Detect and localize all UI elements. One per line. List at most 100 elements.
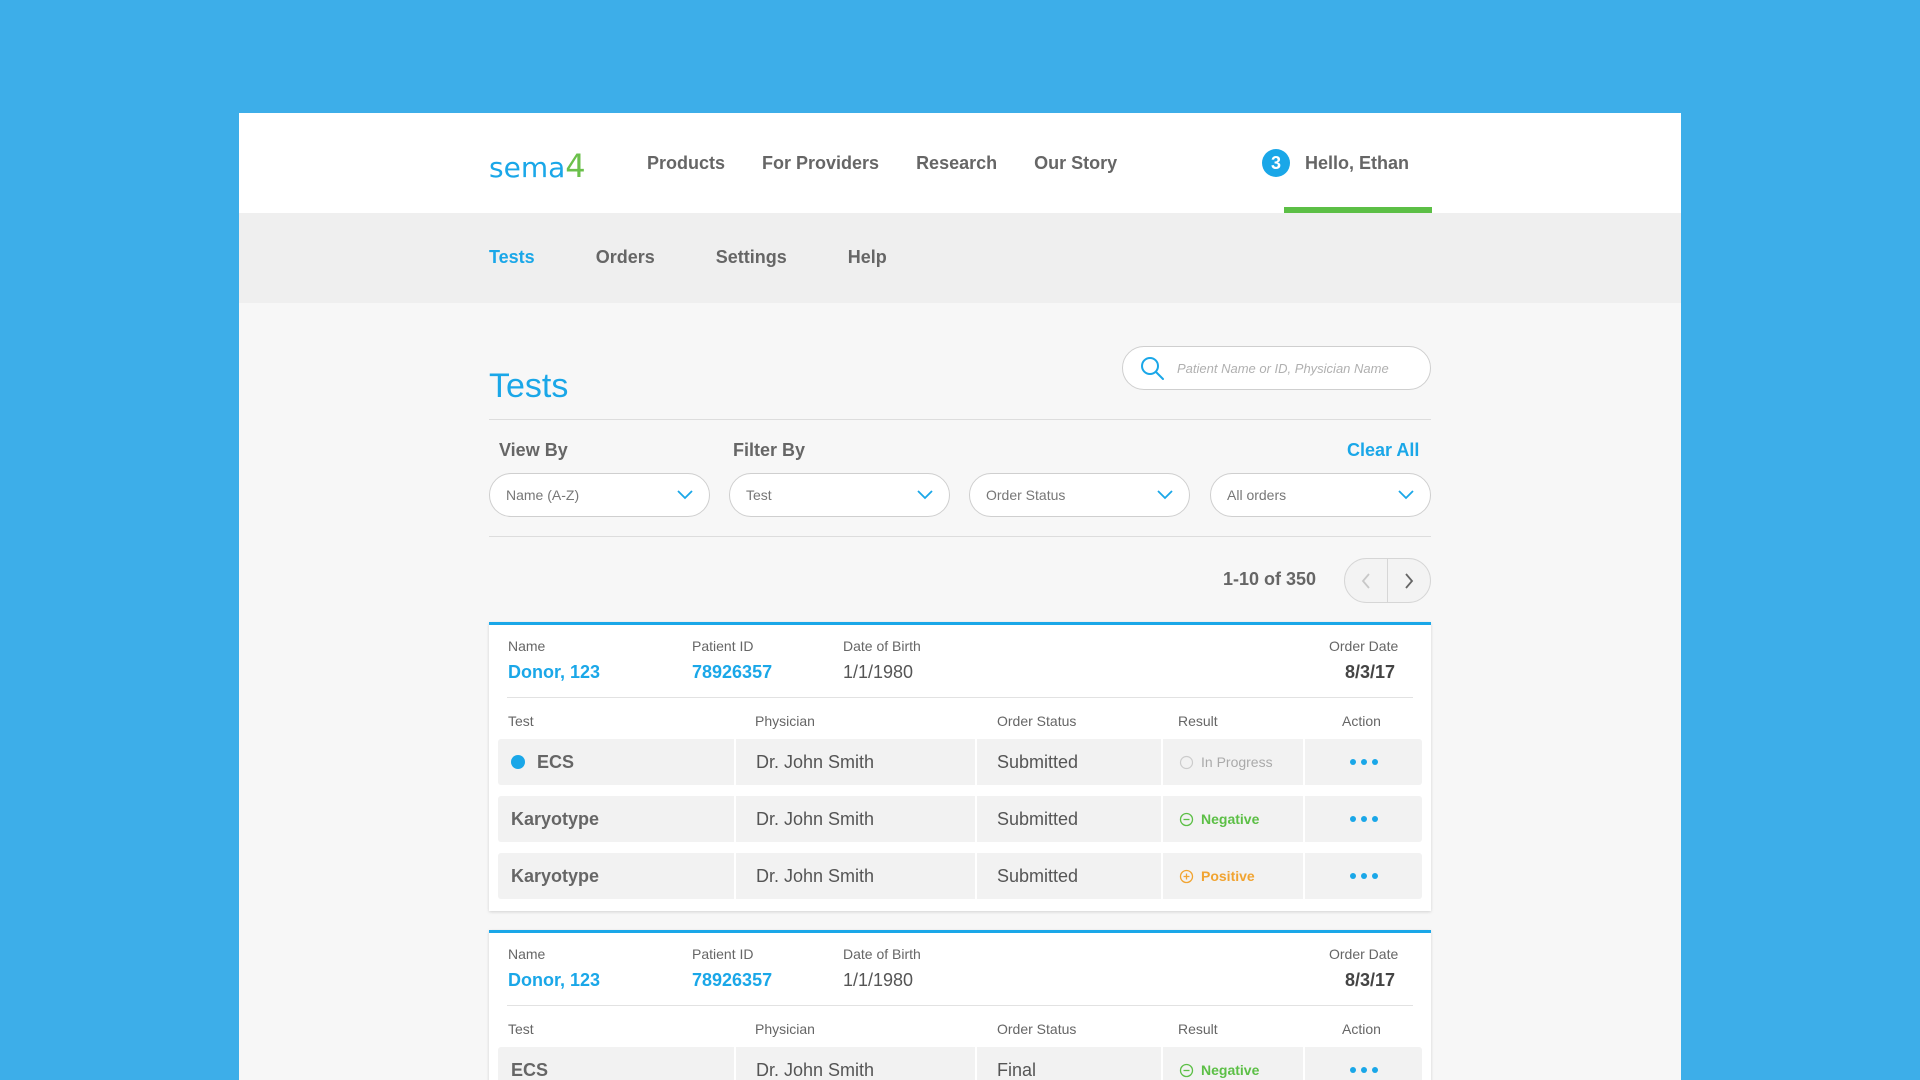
- order-date-value: 8/3/17: [1345, 662, 1396, 682]
- table-row[interactable]: Karyotype Dr. John Smith Submitted Posit…: [498, 853, 1422, 899]
- page-title: Tests: [489, 367, 569, 405]
- table-row[interactable]: ECS Dr. John Smith Submitted In Progress: [498, 739, 1422, 785]
- name-label: Name: [508, 638, 546, 654]
- chevron-down-icon: [677, 490, 693, 500]
- col-physician: Physician: [755, 713, 815, 729]
- col-action: Action: [1342, 1021, 1381, 1037]
- view-by-dropdown[interactable]: Name (A-Z): [489, 473, 710, 517]
- logo-text: sema: [489, 151, 566, 184]
- pagination-controls: [1344, 558, 1431, 603]
- nav-our-story[interactable]: Our Story: [1034, 153, 1117, 174]
- col-test: Test: [508, 713, 534, 729]
- more-icon: [1347, 759, 1380, 765]
- col-order-status: Order Status: [997, 713, 1077, 729]
- more-icon: [1347, 816, 1380, 822]
- result-text: Positive: [1201, 868, 1255, 884]
- filter-by-label: Filter By: [733, 440, 806, 460]
- clear-all-link[interactable]: Clear All: [1347, 440, 1419, 461]
- search-box[interactable]: [1122, 346, 1431, 390]
- view-by-label: View By: [499, 440, 568, 460]
- prev-page-button[interactable]: [1345, 559, 1387, 602]
- orders-scope-dropdown[interactable]: All orders: [1210, 473, 1431, 517]
- status-cell: Submitted: [975, 739, 1161, 785]
- tab-settings[interactable]: Settings: [716, 247, 787, 268]
- divider: [489, 536, 1431, 537]
- order-card: Name Patient ID Date of Birth Order Date…: [489, 622, 1431, 911]
- result-cell: Negative: [1161, 796, 1303, 842]
- nav-research[interactable]: Research: [916, 153, 997, 174]
- logo[interactable]: sema4: [489, 147, 586, 185]
- patient-id-link[interactable]: 78926357: [692, 970, 772, 991]
- status-cell: Submitted: [975, 853, 1161, 899]
- patient-id-label: Patient ID: [692, 946, 754, 962]
- notification-badge[interactable]: 3: [1262, 149, 1290, 177]
- minus-circle-icon: [1179, 1063, 1194, 1077]
- test-cell: ECS: [511, 1059, 549, 1080]
- test-cell: ECS: [498, 739, 734, 785]
- minus-circle-icon: [1179, 812, 1194, 826]
- col-physician: Physician: [755, 1021, 815, 1037]
- status-cell: Final: [975, 1047, 1161, 1080]
- main-nav: Products For Providers Research Our Stor…: [647, 153, 1154, 174]
- user-menu[interactable]: 3 Hello, Ethan: [1262, 149, 1409, 177]
- more-actions-button[interactable]: [1303, 739, 1422, 785]
- more-actions-button[interactable]: [1303, 853, 1422, 899]
- chevron-down-icon: [1157, 490, 1173, 500]
- dropdown-value: Test: [746, 487, 772, 503]
- result-cell: Negative: [1161, 1047, 1303, 1080]
- app-window: sema4 Products For Providers Research Ou…: [239, 113, 1681, 1080]
- chevron-right-icon: [1405, 572, 1414, 589]
- tab-tests[interactable]: Tests: [489, 247, 535, 268]
- order-date-value: 8/3/17: [1345, 970, 1396, 990]
- dob-label: Date of Birth: [843, 946, 921, 962]
- status-dot: [511, 755, 525, 769]
- patient-id-link[interactable]: 78926357: [692, 662, 772, 683]
- more-actions-button[interactable]: [1303, 796, 1422, 842]
- divider: [507, 1005, 1413, 1006]
- dob-value: 1/1/1980: [843, 662, 914, 682]
- physician-cell: Dr. John Smith: [734, 739, 975, 785]
- result-text: Negative: [1201, 1062, 1260, 1078]
- tab-orders[interactable]: Orders: [596, 247, 655, 268]
- test-cell: Karyotype: [511, 808, 600, 829]
- search-icon: [1141, 357, 1164, 380]
- more-icon: [1347, 1067, 1380, 1073]
- order-status-dropdown[interactable]: Order Status: [969, 473, 1190, 517]
- top-header: sema4 Products For Providers Research Ou…: [239, 113, 1681, 213]
- table-row[interactable]: ECS Dr. John Smith Final Negative: [498, 1047, 1422, 1080]
- search-input[interactable]: [1177, 360, 1417, 376]
- tab-help[interactable]: Help: [848, 247, 887, 268]
- col-order-status: Order Status: [997, 1021, 1077, 1037]
- pagination-count: 1-10 of 350: [1223, 569, 1317, 589]
- divider: [489, 419, 1431, 420]
- nav-products[interactable]: Products: [647, 153, 725, 174]
- chevron-left-icon: [1361, 572, 1370, 589]
- more-actions-button[interactable]: [1303, 1047, 1422, 1080]
- test-name: ECS: [537, 751, 575, 772]
- col-test: Test: [508, 1021, 534, 1037]
- dropdown-value: Name (A-Z): [506, 487, 580, 503]
- dob-value: 1/1/1980: [843, 970, 914, 990]
- patient-name-link[interactable]: Donor, 123: [508, 662, 600, 683]
- col-result: Result: [1178, 1021, 1218, 1037]
- order-card: Name Patient ID Date of Birth Order Date…: [489, 930, 1431, 1080]
- test-cell: Karyotype: [511, 865, 600, 886]
- col-action: Action: [1342, 713, 1381, 729]
- result-cell: Positive: [1161, 853, 1303, 899]
- user-greeting[interactable]: Hello, Ethan: [1305, 153, 1409, 174]
- chevron-down-icon: [917, 490, 933, 500]
- table-row[interactable]: Karyotype Dr. John Smith Submitted Negat…: [498, 796, 1422, 842]
- plus-circle-icon: [1179, 869, 1194, 883]
- next-page-button[interactable]: [1387, 559, 1430, 602]
- result-text: Negative: [1201, 811, 1260, 827]
- sub-nav-bar: Tests Orders Settings Help: [239, 213, 1681, 303]
- in-progress-icon: [1179, 755, 1194, 769]
- status-cell: Submitted: [975, 796, 1161, 842]
- test-filter-dropdown[interactable]: Test: [729, 473, 950, 517]
- patient-id-label: Patient ID: [692, 638, 754, 654]
- physician-cell: Dr. John Smith: [734, 1047, 975, 1080]
- patient-name-link[interactable]: Donor, 123: [508, 970, 600, 991]
- nav-for-providers[interactable]: For Providers: [762, 153, 879, 174]
- order-date-label: Order Date: [1329, 638, 1399, 654]
- divider: [507, 697, 1413, 698]
